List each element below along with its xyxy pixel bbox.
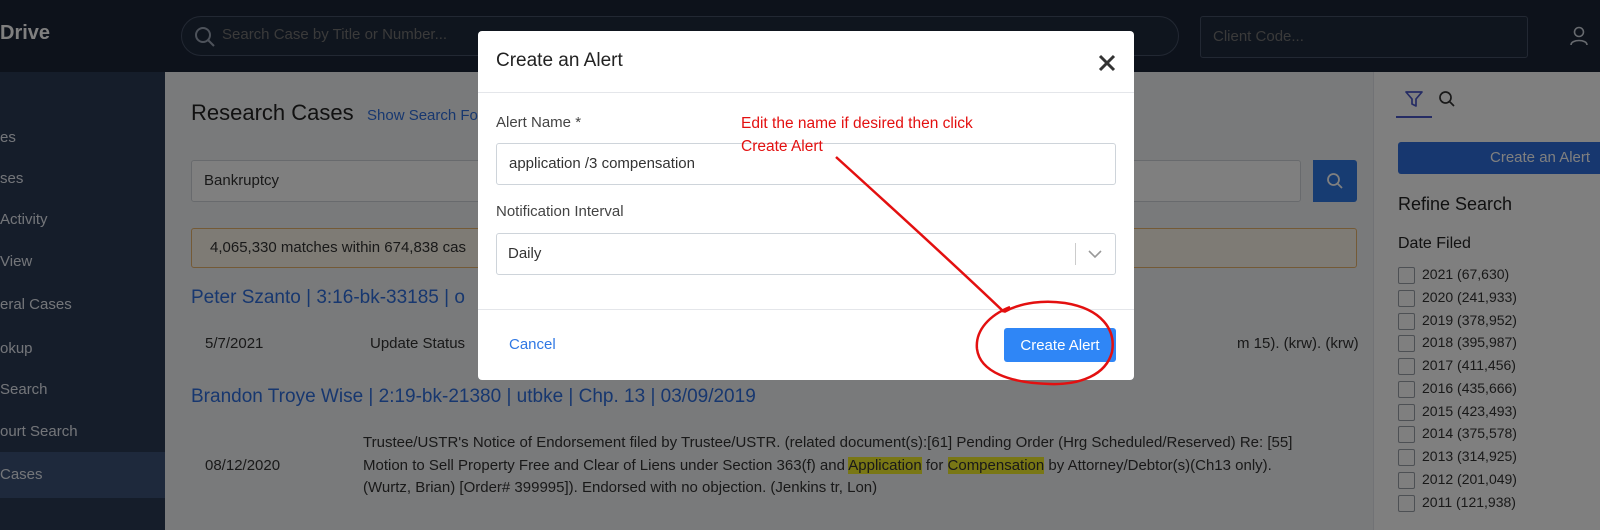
- notification-interval-select[interactable]: Daily: [496, 233, 1116, 275]
- create-alert-dialog: Create an Alert Alert Name * Notificatio…: [478, 31, 1134, 380]
- instruction-annotation: Edit the name if desired then click Crea…: [741, 113, 973, 158]
- dialog-header: Create an Alert: [478, 31, 1134, 93]
- notification-interval-label: Notification Interval: [496, 203, 624, 220]
- create-alert-submit-button[interactable]: Create Alert: [1004, 328, 1116, 362]
- select-separator: [1075, 243, 1076, 265]
- chevron-down-icon[interactable]: [1087, 246, 1103, 262]
- close-icon[interactable]: [1096, 52, 1118, 74]
- cancel-button[interactable]: Cancel: [509, 336, 556, 353]
- annotation-line: Create Alert: [741, 137, 823, 155]
- dialog-footer: Cancel Create Alert: [478, 309, 1134, 380]
- annotation-line: Edit the name if desired then click: [741, 115, 973, 132]
- dialog-title: Create an Alert: [496, 50, 623, 71]
- alert-name-label: Alert Name *: [496, 114, 582, 131]
- select-value: Daily: [508, 245, 542, 262]
